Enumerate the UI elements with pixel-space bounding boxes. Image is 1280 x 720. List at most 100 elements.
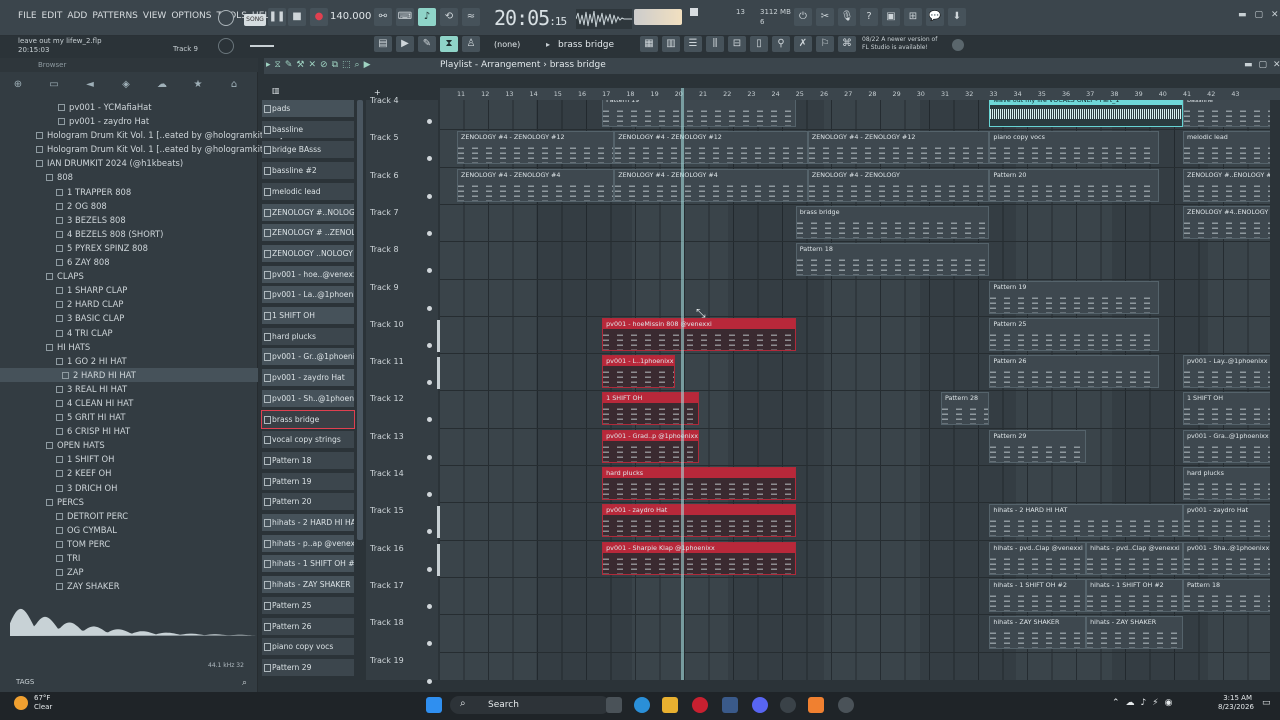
track-mute-dot[interactable] (427, 603, 432, 609)
track-label[interactable]: Track 16 (370, 544, 404, 553)
track-label[interactable]: Track 5 (370, 133, 399, 142)
browser-item[interactable]: OPEN HATS (0, 438, 258, 452)
track-label[interactable]: Track 9 (370, 283, 399, 292)
browser-item[interactable]: 2 KEEF OH (0, 466, 258, 480)
pattern-picker-item[interactable]: pv001 - zaydro Hat (262, 369, 354, 387)
playlist-clip[interactable]: hihats - pvd..Clap @venexxi (989, 541, 1087, 575)
playhead[interactable] (681, 88, 684, 680)
browser-item[interactable]: TRI (0, 551, 258, 565)
chat-icon[interactable]: 💬 (926, 8, 944, 26)
browser-item[interactable]: pv001 - zaydro Hat (0, 114, 258, 128)
magnet-snap-icon[interactable]: ⧖ (275, 60, 281, 70)
notification-icon[interactable]: ▭ (1262, 698, 1271, 708)
master-volume-slider[interactable] (634, 9, 682, 25)
picker-icon[interactable]: ▥ (272, 86, 280, 95)
settings-icon[interactable] (780, 697, 796, 713)
playlist-menu-icon[interactable]: ▸ (266, 60, 271, 70)
sort-icon[interactable]: ◈ (108, 79, 144, 90)
master-pitch-slider[interactable] (250, 45, 274, 47)
playlist-clip[interactable]: pv001 - Sha..@1phoenixx (1182, 541, 1280, 575)
pause-button[interactable]: ❚❚ (268, 8, 286, 26)
plugin-picker-icon[interactable]: ✂ (816, 8, 834, 26)
playlist-clip[interactable]: pv001 - zaydro Hat (602, 504, 796, 538)
song-position-clock[interactable]: 20:05:15 (494, 6, 567, 30)
browser-item[interactable]: 5 GRIT HI HAT (0, 410, 258, 424)
pattern-picker-item[interactable]: bassline (262, 120, 354, 138)
playlist-clip[interactable]: ZENOLOGY #4 - ZENOLOGY #12 (614, 131, 808, 165)
track-mute-dot[interactable] (427, 193, 432, 199)
taskbar-clock[interactable]: 3:15 AM 8/23/2026 (1218, 694, 1254, 712)
browser-item[interactable]: HI HATS (0, 340, 258, 354)
picker-scroll-thumb[interactable] (357, 100, 363, 540)
stop-button[interactable]: ■ (288, 8, 306, 26)
pattern-picker-item[interactable]: pv001 - La..@1phoenixx (262, 286, 354, 304)
track-label[interactable]: Track 11 (370, 357, 404, 366)
tempo-tap-icon[interactable]: ⚐ (816, 36, 834, 52)
playlist-clip[interactable]: Pattern 29 (989, 429, 1087, 463)
pattern-picker-item[interactable]: vocal copy strings (262, 431, 354, 449)
track-label[interactable]: Track 10 (370, 320, 404, 329)
taskbar-search[interactable]: Search (450, 696, 610, 714)
pattern-picker-item[interactable]: hihats - ZAY SHAKER (262, 576, 354, 594)
track-mute-dot[interactable] (427, 529, 432, 535)
track-mute-dot[interactable] (427, 566, 432, 572)
menu-view[interactable]: VIEW (143, 11, 166, 21)
browser-item[interactable]: 4 CLEAN HI HAT (0, 396, 258, 410)
playlist-clip[interactable]: brass bridge (795, 205, 990, 239)
pattern-picker-item[interactable]: ZENOLOGY #..NOLOGY #4 (262, 203, 354, 221)
playlist-clip[interactable]: hihats - ZAY SHAKER (1086, 616, 1183, 650)
system-tray[interactable]: ⌃☁♪⚡◉ (1112, 698, 1178, 708)
playlist-clip[interactable]: pv001 - Grad..p @1phoenixx (602, 429, 699, 463)
playlist-scrollbar[interactable] (1270, 100, 1280, 680)
browser-item[interactable]: pv001 - YCMafiaHat (0, 100, 258, 114)
pattern-picker-item[interactable]: pv001 - Gr..@1phoenixx (262, 348, 354, 366)
mute-icon[interactable]: ⊘ (320, 60, 328, 70)
browser-item[interactable]: ZAP (0, 565, 258, 579)
track-label[interactable]: Track 12 (370, 394, 404, 403)
browser-item[interactable]: 3 REAL HI HAT (0, 382, 258, 396)
track-label[interactable]: Track 15 (370, 506, 404, 515)
pattern-picker-item[interactable]: Pattern 29 (262, 658, 354, 676)
help-icon[interactable]: ? (860, 8, 878, 26)
track-label[interactable]: Track 6 (370, 171, 399, 180)
chrome-icon[interactable] (838, 697, 854, 713)
weather-widget[interactable]: 67°F Clear (34, 694, 52, 712)
save-icon[interactable]: ▣ (882, 8, 900, 26)
menu-add[interactable]: ADD (67, 11, 87, 21)
browser-item[interactable]: TOM PERC (0, 537, 258, 551)
pattern-picker-item[interactable]: piano copy vocs (262, 638, 354, 656)
pattern-picker-item[interactable]: ZENOLOGY ..NOLOGY #12 (262, 244, 354, 262)
paint-icon[interactable]: ⚒ (296, 60, 304, 70)
snap-icon[interactable]: ⚯ (374, 8, 392, 26)
browser-item[interactable]: IAN DRUMKIT 2024 (@h1kbeats) (0, 156, 258, 170)
blend-notes-icon[interactable]: ≈ (462, 8, 480, 26)
playlist-clip[interactable]: pv001 - Gra..@1phoenixx (1182, 429, 1280, 463)
browser-item[interactable]: 4 BEZELS 808 (SHORT) (0, 227, 258, 241)
playlist-clip[interactable]: ZENOLOGY #4 - ZENOLOGY #4 (456, 168, 615, 202)
search-icon[interactable]: ⌕ (242, 678, 247, 688)
playlist-clip[interactable]: Pattern 18 (1182, 578, 1280, 612)
pattern-selector[interactable]: brass bridge (558, 38, 628, 53)
playlist-clip[interactable]: 1 SHIFT OH (602, 392, 699, 426)
pencil-icon[interactable]: ✎ (285, 60, 293, 70)
browser-item[interactable]: 6 ZAY 808 (0, 255, 258, 269)
tag-icon[interactable]: ⌂ (216, 79, 252, 90)
playlist-clip[interactable]: Pattern 19 (989, 280, 1159, 314)
playlist-clip[interactable]: pv001 - L..1phoenixx (602, 355, 675, 389)
mixer-icon[interactable]: ⊞ (904, 8, 922, 26)
discord-icon[interactable] (752, 697, 768, 713)
browser-item[interactable]: DETROIT PERC (0, 509, 258, 523)
playlist-clip[interactable]: 1 SHIFT OH (1182, 392, 1280, 426)
pattern-picker-item[interactable]: hihats - p..ap @venexxi (262, 534, 354, 552)
track-mute-dot[interactable] (427, 230, 432, 236)
playlist-clip[interactable]: bassline (1182, 100, 1280, 127)
track-mute-dot[interactable] (427, 342, 432, 348)
timeline-ruler[interactable]: 11 12 13 14 15 16 17 18 19 20 21 22 23 24 25 26 27 28 29 30… (440, 88, 1280, 100)
playlist-clip[interactable]: pv001 - hoeMissin 808 @venexxi (602, 317, 796, 351)
mixer-view-icon[interactable]: ⫼ (706, 36, 724, 52)
menu-patterns[interactable]: PATTERNS (92, 11, 138, 21)
browser-item[interactable]: OG CYMBAL (0, 523, 258, 537)
track-mute-dot[interactable] (427, 268, 432, 274)
playlist-clip[interactable]: piano copy vocs (989, 131, 1159, 165)
track-label[interactable]: Track 17 (370, 581, 404, 590)
